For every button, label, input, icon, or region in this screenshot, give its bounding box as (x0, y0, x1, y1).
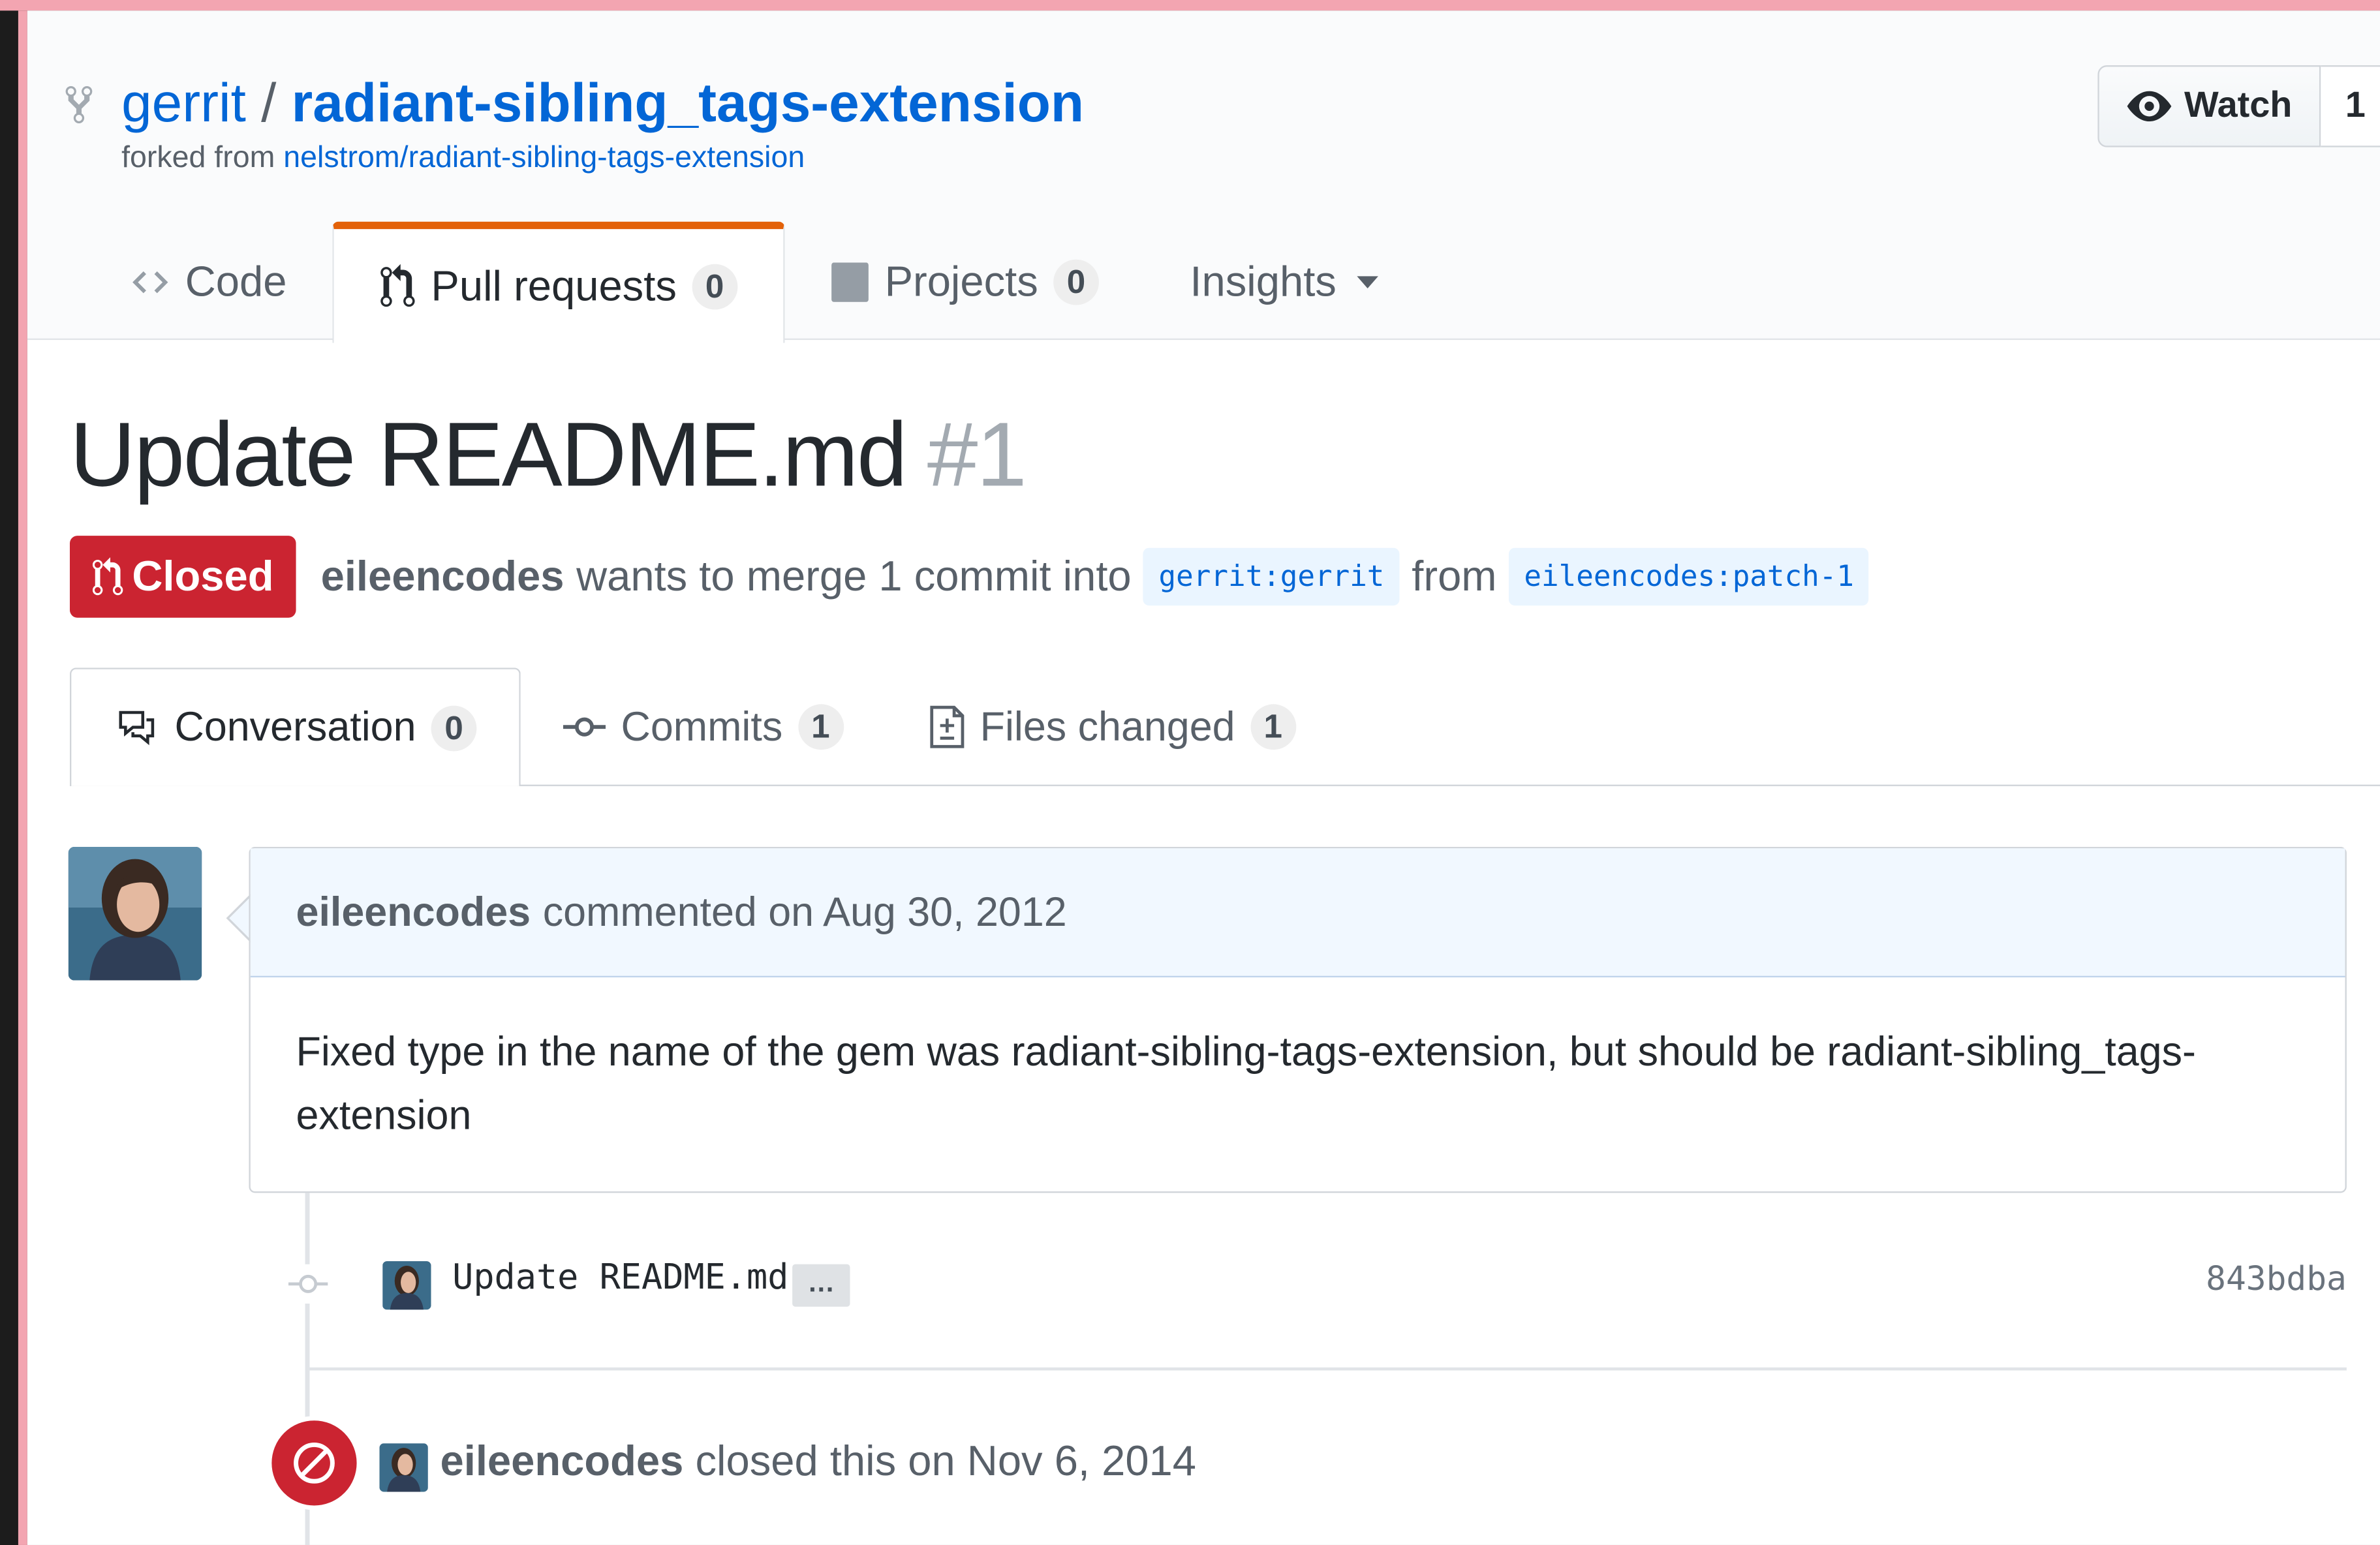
pr-title-text: Update README.md (69, 403, 908, 506)
repo-nav: Code Pull requests 0 Projects 0 Insights (85, 220, 1425, 343)
tab-conversation[interactable]: Conversation 0 (69, 667, 521, 786)
watch-button[interactable]: Watch (2097, 65, 2321, 147)
tab-pull-requests[interactable]: Pull requests 0 (332, 221, 785, 343)
git-commit-icon (563, 715, 606, 739)
comment-header: eileencodes commented on Aug 30, 2012 (250, 848, 2345, 978)
tab-commits-label: Commits (621, 703, 783, 749)
avatar[interactable] (68, 846, 202, 981)
repo-title: gerrit / radiant-sibling_tags-extension (121, 71, 1084, 135)
tab-code-label: Code (185, 258, 287, 305)
commits-counter: 1 (797, 704, 844, 750)
pr-author-link[interactable]: eileencodes (321, 553, 564, 601)
pr-merge-text: wants to merge 1 commit into (576, 552, 1132, 600)
tab-conversation-label: Conversation (174, 704, 416, 750)
commit-sha-link[interactable]: 843bdba (2206, 1261, 2347, 1299)
watch-count[interactable]: 1 (2321, 65, 2380, 147)
pr-tabnav: Conversation 0 Commits 1 Files changed 1 (69, 664, 2380, 786)
comment-box: eileencodes commented on Aug 30, 2012 Fi… (249, 846, 2347, 1193)
base-ref[interactable]: gerrit:gerrit (1143, 547, 1400, 606)
window-left-border (18, 10, 27, 1545)
pr-number: #1 (927, 403, 1027, 506)
closed-event-text: eileencodes closed this on Nov 6, 2014 (440, 1437, 1196, 1486)
tab-files-changed[interactable]: Files changed 1 (886, 669, 1338, 785)
commit-author-avatar[interactable] (382, 1261, 431, 1310)
watch-button-group: Watch 1 (2097, 65, 2380, 147)
forked-from-link[interactable]: nelstrom/radiant-sibling-tags-extension (283, 141, 805, 174)
repo-owner-link[interactable]: gerrit (121, 71, 246, 133)
git-pull-request-icon (92, 556, 123, 598)
code-icon (131, 269, 170, 296)
repo-header: gerrit / radiant-sibling_tags-extension fo… (27, 10, 2380, 343)
tab-insights-label: Insights (1190, 258, 1337, 305)
circle-slash-icon (271, 1420, 356, 1505)
repo-name-link[interactable]: radiant-sibling_tags-extension (292, 71, 1084, 133)
tab-projects[interactable]: Projects 0 (784, 223, 1145, 341)
window-top-border (0, 0, 2380, 11)
repo-title-separator: / (261, 71, 277, 134)
tab-code[interactable]: Code (85, 223, 332, 341)
status-badge-label: Closed (132, 552, 274, 600)
tab-pull-requests-label: Pull requests (431, 262, 677, 309)
commit-message-link[interactable]: Update README.md (452, 1258, 788, 1297)
commit-expand-button[interactable]: … (792, 1264, 850, 1307)
projects-counter: 0 (1053, 259, 1099, 305)
watch-label: Watch (2184, 85, 2293, 127)
tab-commits[interactable]: Commits 1 (521, 669, 886, 785)
eye-icon (2127, 91, 2172, 122)
comment-timestamp[interactable]: commented on Aug 30, 2012 (543, 889, 1067, 936)
repo-forked-icon (64, 84, 95, 126)
closed-event-author-link[interactable]: eileencodes (440, 1437, 684, 1484)
pr-meta: Closed eileencodes wants to merge 1 comm… (69, 536, 1881, 618)
closed-event-badge (267, 1416, 362, 1510)
timeline-commit: Update README.md … 843bdba (279, 1243, 2347, 1325)
timeline-divider (309, 1367, 2347, 1371)
forked-from-label: forked from (121, 141, 275, 175)
files-changed-counter: 1 (1250, 704, 1296, 750)
pull-requests-counter: 0 (692, 263, 737, 309)
tab-files-changed-label: Files changed (980, 703, 1235, 749)
comment-discussion-icon (114, 708, 159, 747)
project-icon (830, 262, 869, 302)
conversation-counter: 0 (431, 705, 477, 751)
comment-author-link[interactable]: eileencodes (296, 889, 531, 936)
closed-event-action: closed this on Nov 6, 2014 (695, 1437, 1196, 1484)
head-ref[interactable]: eileencodes:patch-1 (1509, 547, 1870, 606)
tab-projects-label: Projects (884, 258, 1038, 305)
git-commit-icon (288, 1264, 328, 1304)
github-page: gerrit / radiant-sibling_tags-extension fo… (27, 10, 2380, 1545)
insights-dropdown-caret-icon (1357, 276, 1380, 288)
pr-title: Update README.md #1 (69, 402, 1027, 507)
pr-from-text: from (1412, 552, 1497, 600)
closed-event-avatar[interactable] (379, 1443, 428, 1492)
file-diff-icon (929, 704, 965, 750)
comment-body: Fixed type in the name of the gem was ra… (296, 1029, 2196, 1139)
git-pull-request-icon (379, 263, 416, 309)
tab-insights[interactable]: Insights (1145, 223, 1425, 341)
status-badge: Closed (69, 536, 297, 618)
forked-from-line: forked from nelstrom/radiant-sibling-tag… (121, 141, 805, 176)
